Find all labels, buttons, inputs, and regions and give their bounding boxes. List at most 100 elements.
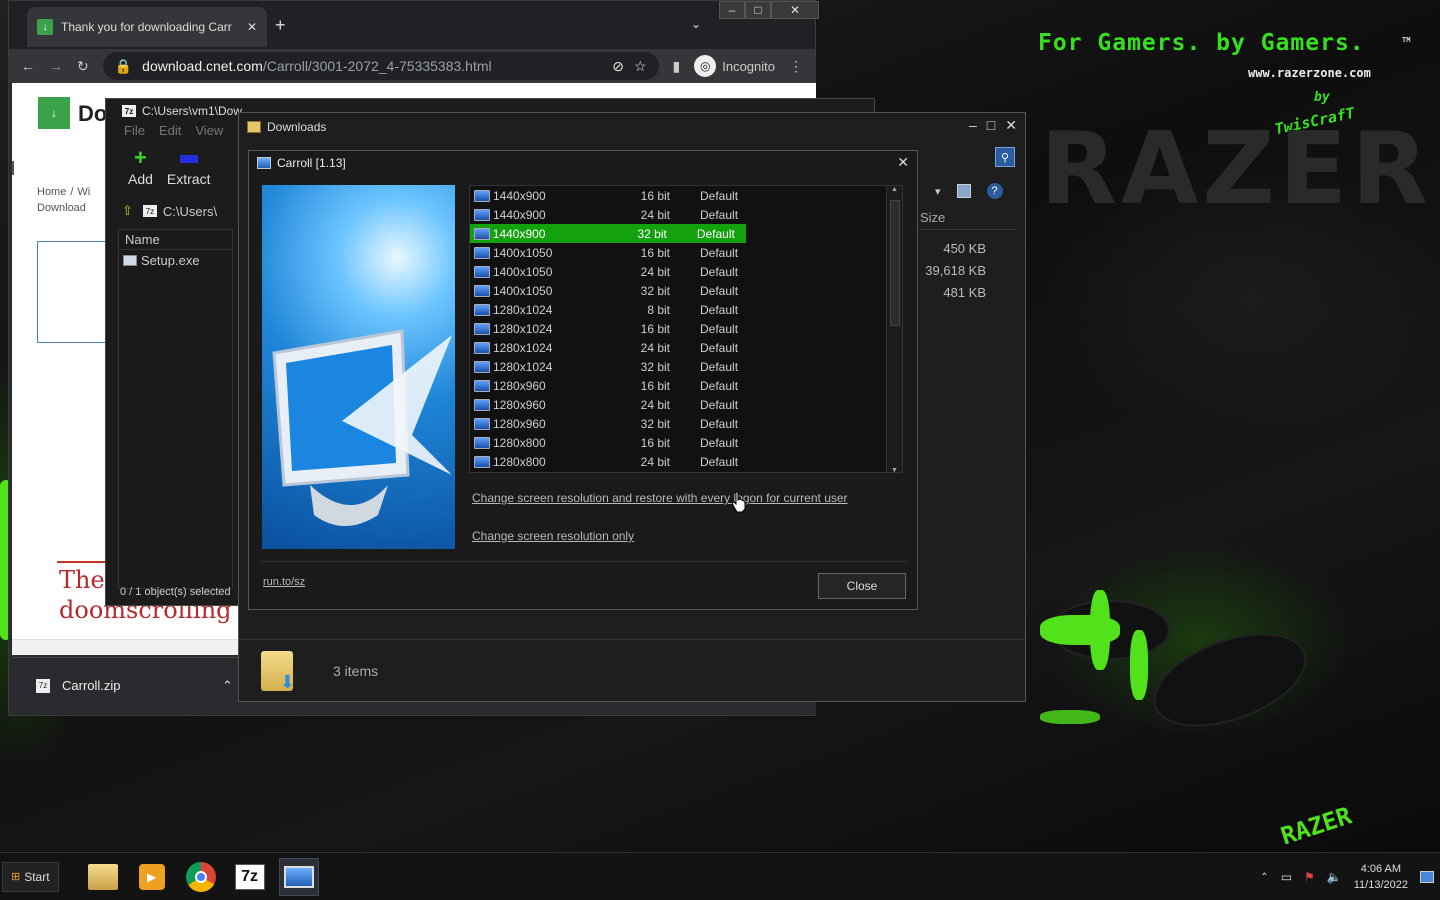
list-item[interactable]: 1440x900 24 bit Default	[470, 205, 902, 224]
minimize-button[interactable]: –	[969, 117, 977, 134]
add-button[interactable]: + Add	[128, 147, 153, 199]
refresh-value: Default	[700, 207, 739, 222]
list-item[interactable]: 1280x1024 24 bit Default	[470, 338, 902, 357]
monitor-icon	[474, 284, 490, 297]
breadcrumb-windows[interactable]: Wi	[77, 186, 90, 198]
clock[interactable]: 4:06 AM 11/13/2022	[1354, 861, 1408, 893]
maximize-button[interactable]: □	[745, 1, 771, 19]
list-item[interactable]: 1400x1050 16 bit Default	[470, 243, 902, 262]
size-value: 39,618 KB	[925, 263, 986, 278]
refresh-value: Default	[700, 188, 739, 203]
scrollbar-thumb[interactable]	[890, 200, 900, 326]
cnet-logo-icon[interactable]: ↓	[38, 97, 70, 129]
list-item[interactable]: 1280x1024 16 bit Default	[470, 319, 902, 338]
7zip-small-icon: 7z	[142, 205, 157, 217]
list-item[interactable]: 1280x1024 8 bit Default	[470, 300, 902, 319]
minimize-button[interactable]: –	[719, 1, 745, 19]
reload-icon[interactable]: ↻	[77, 58, 89, 75]
view-toolbar: ▾ ?	[935, 183, 1003, 199]
preview-pane-icon[interactable]	[956, 184, 971, 198]
run-to-sz-link[interactable]: run.to/sz	[263, 576, 305, 588]
tab-close-icon[interactable]: ✕	[247, 20, 257, 34]
close-button[interactable]: Close	[818, 573, 906, 599]
add-label: Add	[128, 171, 153, 187]
column-size[interactable]: Size	[918, 206, 1016, 230]
monitor-icon	[474, 455, 490, 468]
maximize-button[interactable]: □	[987, 117, 995, 134]
network-icon[interactable]: ▭	[1281, 870, 1292, 884]
chevron-up-icon[interactable]: ⌃	[1260, 872, 1268, 883]
tab-search-chevron-down-icon[interactable]: ⌄	[691, 17, 701, 31]
bit-depth-value: 24 bit	[640, 454, 670, 469]
page-logo-text[interactable]: Do	[78, 101, 107, 127]
restore-every-logon-link[interactable]: Change screen resolution and restore wit…	[472, 491, 848, 505]
menu-view[interactable]: View	[195, 123, 223, 143]
extract-button[interactable]: Extract	[167, 149, 211, 199]
show-desktop-icon[interactable]	[1420, 871, 1434, 883]
hand-cursor-icon	[731, 491, 746, 513]
folder-up-icon[interactable]: ⇧	[122, 203, 133, 219]
side-panel-icon[interactable]: ▮	[673, 58, 681, 75]
vertical-scrollbar[interactable]: ▲ ▼	[886, 186, 902, 472]
file-explorer-icon[interactable]	[83, 858, 123, 896]
scroll-up-icon[interactable]: ▲	[891, 186, 898, 193]
taskbar: ⊞ Start ▶ 7z ⌃ ▭ ⚑ 🔈 4:06 AM 11/13/2022	[0, 852, 1440, 900]
list-item[interactable]: 1280x960 24 bit Default	[470, 395, 902, 414]
resolution-only-link[interactable]: Change screen resolution only	[472, 529, 634, 543]
scroll-down-icon[interactable]: ▼	[891, 467, 898, 472]
url-host: download.cnet.com	[142, 58, 263, 74]
download-filename[interactable]: Carroll.zip	[62, 678, 121, 693]
column-name[interactable]: Name	[119, 230, 232, 250]
list-item[interactable]: 1280x960 32 bit Default	[470, 414, 902, 433]
list-item[interactable]: 1400x1050 32 bit Default	[470, 281, 902, 300]
list-item[interactable]: 1280x960 16 bit Default	[470, 376, 902, 395]
address-bar[interactable]: 🔒 download.cnet.com/Carroll/3001-2072_4-…	[102, 52, 659, 80]
carroll-taskbar-icon[interactable]	[278, 857, 319, 896]
downloads-titlebar: Downloads – □ ✕	[239, 113, 1025, 141]
close-button[interactable]: ✕	[1005, 117, 1017, 134]
7zip-taskbar-icon[interactable]: 7z	[230, 858, 270, 896]
green-splat	[1040, 710, 1100, 724]
7zip-path[interactable]: C:\Users\	[163, 204, 217, 219]
size-list: 450 KB 39,618 KB 481 KB	[918, 238, 1016, 304]
breadcrumb-home[interactable]: Home	[37, 186, 66, 198]
menu-edit[interactable]: Edit	[159, 123, 181, 143]
breadcrumb-separator: /	[70, 186, 74, 198]
list-item[interactable]: 1280x1024 32 bit Default	[470, 357, 902, 376]
star-icon[interactable]: ☆	[634, 58, 647, 75]
new-tab-button[interactable]: +	[275, 15, 286, 36]
headline-line1[interactable]: The	[59, 566, 105, 594]
browser-tab[interactable]: ↓ Thank you for downloading Carr ✕	[27, 7, 267, 47]
volume-icon[interactable]: 🔈	[1327, 870, 1342, 884]
media-player-icon[interactable]: ▶	[132, 858, 172, 896]
menu-file[interactable]: File	[124, 123, 145, 143]
flag-icon[interactable]: ⚑	[1304, 870, 1315, 884]
list-item[interactable]: 1280x800 24 bit Default	[470, 452, 902, 471]
list-item[interactable]: 1440x900 16 bit Default	[470, 186, 902, 205]
list-item[interactable]: Setup.exe	[119, 250, 232, 270]
search-icon[interactable]: ⚲	[995, 147, 1015, 167]
incognito-badge[interactable]: ◎ Incognito	[694, 55, 775, 77]
list-item[interactable]: 1440x900 32 bit Default	[470, 224, 746, 243]
resolution-value: 1400x1050	[493, 264, 553, 279]
bit-depth-value: 16 bit	[640, 378, 670, 393]
chevron-up-icon[interactable]: ⌃	[222, 678, 233, 694]
forward-arrow-icon[interactable]: →	[49, 58, 63, 74]
list-item[interactable]: 1400x1050 24 bit Default	[470, 262, 902, 281]
bit-depth-value: 24 bit	[640, 264, 670, 279]
close-button[interactable]: ✕	[771, 1, 819, 19]
list-item[interactable]: 1280x800 16 bit Default	[470, 433, 902, 452]
breadcrumb-download[interactable]: Download	[37, 202, 86, 214]
help-icon[interactable]: ?	[986, 183, 1003, 199]
resolution-value: 1440x900	[493, 207, 546, 222]
bit-depth-value: 24 bit	[640, 397, 670, 412]
chrome-icon[interactable]	[181, 858, 221, 896]
back-arrow-icon[interactable]: ←	[21, 58, 35, 74]
start-button[interactable]: ⊞ Start	[2, 861, 59, 892]
resolution-list[interactable]: 1440x900 16 bit Default 1440x900 24 bit Defau…	[469, 185, 903, 473]
chevron-down-icon[interactable]: ▾	[935, 185, 941, 198]
eye-slash-icon[interactable]: ⊘	[612, 58, 624, 75]
close-icon[interactable]: ✕	[897, 154, 909, 171]
more-menu-icon[interactable]: ⋮	[789, 58, 803, 75]
item-count: 3 items	[333, 662, 379, 679]
